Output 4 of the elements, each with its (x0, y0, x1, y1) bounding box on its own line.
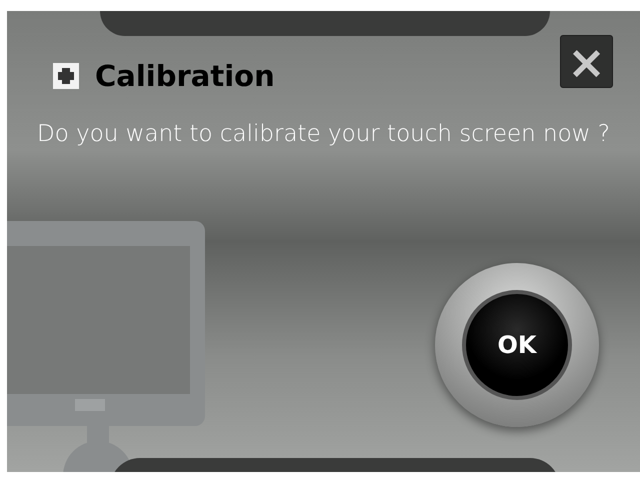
dialog-title: Calibration (95, 59, 275, 94)
close-button[interactable]: × (560, 35, 613, 88)
dialog-message: Do you want to calibrate your touch screen now ? (37, 120, 610, 149)
crosshair-icon (53, 63, 79, 90)
